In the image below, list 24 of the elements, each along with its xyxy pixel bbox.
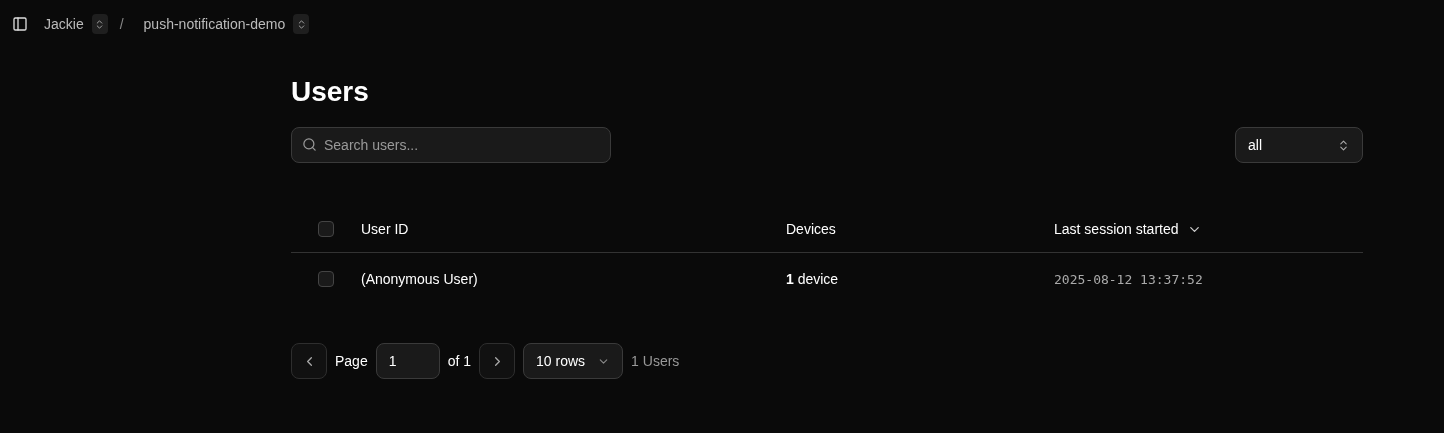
table-cell: (Anonymous User) [361,271,478,287]
page-title: Users [291,75,370,109]
breadcrumb-separator: / [119,15,124,34]
search-field[interactable]: Search users... [291,127,611,163]
page-input[interactable]: 1 [375,343,440,379]
chevrons-icon [1337,138,1350,152]
checkbox[interactable] [318,221,334,237]
checkbox[interactable] [318,271,334,287]
filter-select[interactable]: all [1235,127,1363,163]
total-count: 1 Users [631,352,680,371]
table-cell: 1 device [786,271,839,287]
breadcrumb-item[interactable]: push-notification-demo [143,14,286,34]
breadcrumb-item[interactable]: Jackie [44,14,84,34]
search-icon [302,137,317,152]
switcher-button[interactable] [91,14,108,34]
column-header[interactable]: User ID [361,219,409,239]
rows-per-page-select[interactable]: 10 rows [523,343,624,379]
column-header[interactable]: Devices [786,219,836,239]
table-cell: 2025-08-12 13:37:52 [1054,271,1203,287]
page-count: of 1 [447,352,472,371]
page-label: Page [335,352,368,371]
column-header[interactable]: Last session started [1054,219,1179,239]
sidebar-toggle-icon[interactable] [12,16,28,32]
switcher-button[interactable] [293,14,310,34]
